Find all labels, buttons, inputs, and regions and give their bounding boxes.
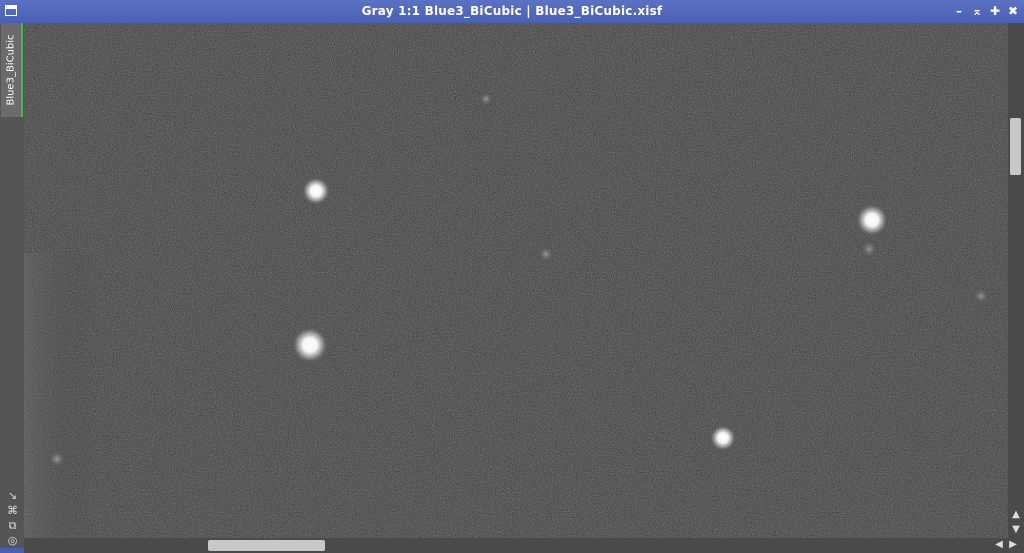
vertical-scrollbar[interactable]: ▲ ▼ (1008, 23, 1024, 538)
star (710, 425, 736, 451)
target-icon[interactable]: ◎ (6, 534, 19, 547)
vertical-scroll-thumb[interactable] (1010, 118, 1021, 175)
star-field-image (24, 23, 1008, 538)
scroll-up-icon[interactable]: ▲ (1009, 508, 1023, 522)
scroll-down-icon[interactable]: ▼ (1009, 523, 1023, 537)
star (292, 327, 328, 363)
scroll-left-icon[interactable]: ◀ (992, 538, 1006, 552)
horizontal-scroll-thumb[interactable] (208, 540, 325, 551)
shade-button[interactable]: ⌅ (969, 3, 985, 19)
image-canvas[interactable] (24, 23, 1008, 538)
scroll-right-icon[interactable]: ▶ (1006, 538, 1020, 552)
star (972, 287, 990, 305)
view-identifier-tab[interactable]: Blue3_BiCubic (1, 23, 23, 117)
maximize-button[interactable]: ✚ (987, 3, 1003, 19)
fit-frame-icon[interactable]: ⌘ (6, 504, 19, 517)
window-titlebar[interactable]: Gray 1:1 Blue3_BiCubic | Blue3_BiCubic.x… (0, 0, 1024, 23)
clone-icon[interactable]: ⧉ (6, 519, 19, 532)
resize-arrow-icon[interactable]: ↘ (6, 489, 19, 502)
star (302, 177, 330, 205)
scroll-corner: ◀ ▶ (984, 538, 1024, 553)
close-button[interactable]: ✖ (1005, 3, 1021, 19)
star (856, 204, 888, 236)
star (537, 245, 555, 263)
star (47, 449, 67, 469)
star (859, 239, 879, 259)
window-title: Gray 1:1 Blue3_BiCubic | Blue3_BiCubic.x… (361, 4, 663, 18)
star (478, 91, 494, 107)
horizontal-scrollbar[interactable] (24, 538, 984, 553)
view-identifier-label: Blue3_BiCubic (5, 34, 17, 106)
minimize-button[interactable]: – (951, 3, 967, 19)
